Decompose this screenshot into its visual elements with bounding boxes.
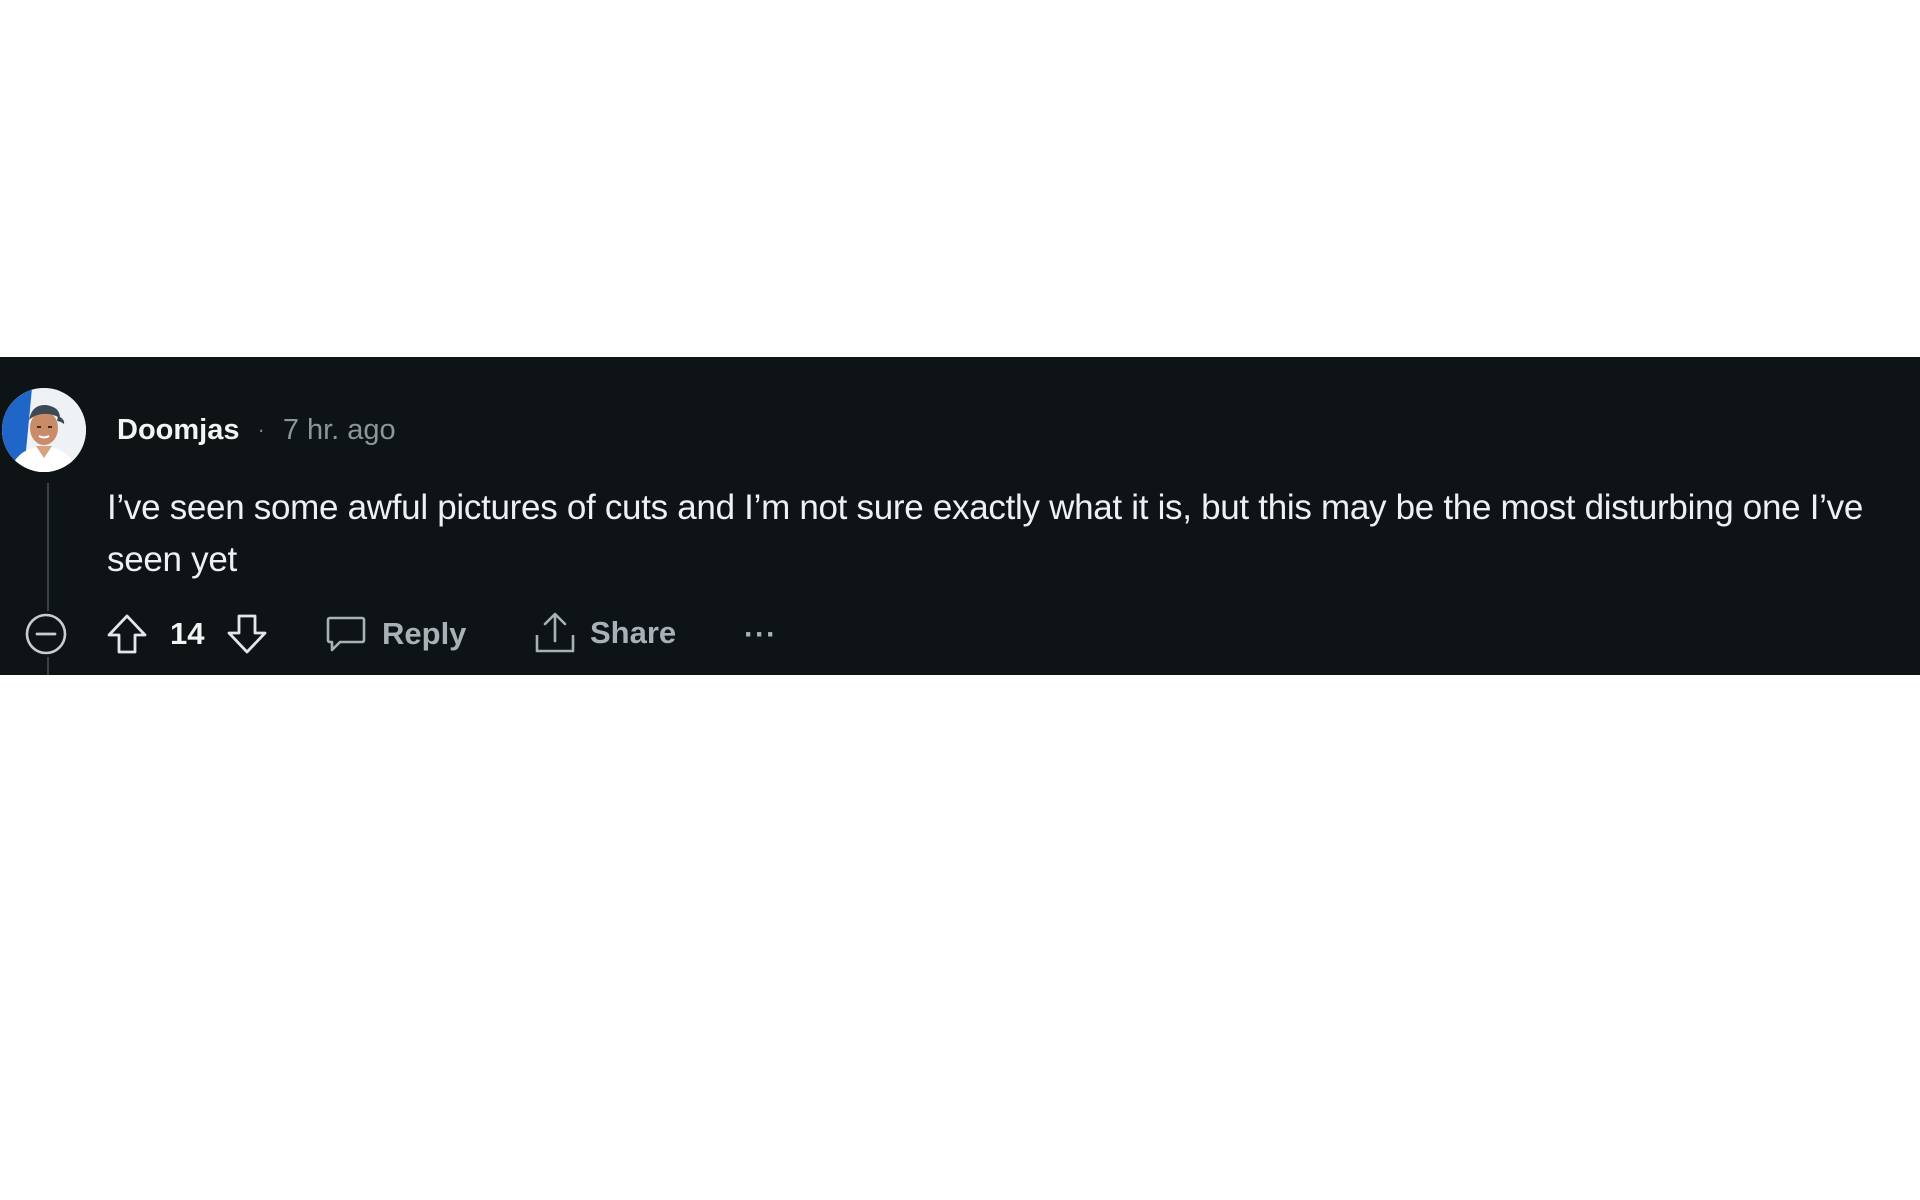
downvote-button[interactable] (224, 611, 270, 657)
reply-label: Reply (382, 616, 467, 651)
comment-body: I’ve seen some awful pictures of cuts an… (107, 488, 1863, 579)
comment-actions: 14 Reply Share ··· (0, 597, 1920, 669)
username[interactable]: Doomjas (117, 414, 239, 447)
share-label: Share (590, 615, 677, 650)
vote-score: 14 (170, 616, 205, 651)
comment-meta: Doomjas · 7 hr. ago (117, 410, 396, 450)
comment: Doomjas · 7 hr. ago I’ve seen some awful… (0, 357, 1920, 675)
share-button[interactable]: Share (532, 609, 676, 657)
share-upload-icon (535, 612, 575, 653)
reply-button[interactable]: Reply (324, 611, 466, 657)
more-options-button[interactable]: ··· (744, 615, 777, 655)
upvote-button[interactable] (104, 611, 150, 657)
user-avatar-photo (2, 388, 86, 472)
speech-bubble-icon (326, 616, 366, 652)
downvote-arrow-icon (227, 614, 267, 654)
avatar[interactable] (2, 388, 86, 472)
collapse-button[interactable] (23, 611, 69, 657)
meta-separator: · (257, 417, 265, 442)
timestamp[interactable]: 7 hr. ago (283, 414, 396, 447)
collapse-circle-minus-icon (25, 613, 67, 655)
page: Doomjas · 7 hr. ago I’ve seen some awful… (0, 0, 1920, 1200)
ellipsis-icon: ··· (744, 618, 777, 651)
upvote-arrow-icon (107, 614, 147, 654)
